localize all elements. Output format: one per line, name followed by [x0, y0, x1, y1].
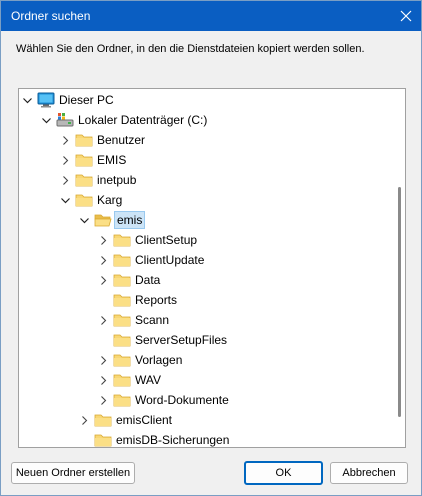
dialog-description: Wählen Sie den Ordner, in den die Dienst…: [16, 43, 365, 55]
folder-tree[interactable]: Dieser PC Lokaler Datenträger (C:) Benutze…: [18, 88, 406, 448]
tree-item[interactable]: EMIS: [19, 150, 405, 170]
folder-icon: [113, 392, 131, 408]
tree-item[interactable]: Benutzer: [19, 130, 405, 150]
tree-item-label: emisClient: [116, 413, 173, 427]
ok-button[interactable]: OK: [244, 461, 323, 485]
new-folder-button[interactable]: Neuen Ordner erstellen: [11, 462, 135, 484]
tree-item-label: emis: [114, 211, 146, 229]
tree-item-label: Word-Dokumente: [135, 393, 229, 407]
tree-item[interactable]: Vorlagen: [19, 350, 405, 370]
tree-item[interactable]: Lokaler Datenträger (C:): [19, 110, 405, 130]
tree-item-label: inetpub: [97, 173, 137, 187]
tree-item-label: Dieser PC: [59, 93, 114, 107]
tree-item-label: WAV: [135, 373, 161, 387]
chevron-right-icon[interactable]: [97, 274, 109, 286]
folder-icon: [113, 292, 131, 308]
tree-item[interactable]: ServerSetupFiles: [19, 330, 405, 350]
folder-icon: [113, 272, 131, 288]
chevron-right-icon[interactable]: [59, 154, 71, 166]
folder-icon: [113, 252, 131, 268]
tree-item-label: Data: [135, 273, 161, 287]
scrollbar-thumb[interactable]: [398, 187, 401, 417]
folder-icon: [113, 352, 131, 368]
close-button[interactable]: [391, 1, 421, 31]
vertical-scrollbar[interactable]: [393, 89, 405, 447]
tree-item[interactable]: WAV: [19, 370, 405, 390]
tree-item-label: ClientSetup: [135, 233, 198, 247]
chevron-down-icon[interactable]: [59, 194, 71, 206]
tree-item[interactable]: Data: [19, 270, 405, 290]
tree-item-label: Reports: [135, 293, 178, 307]
tree-item-label: EMIS: [97, 153, 127, 167]
folder-icon: [94, 412, 112, 428]
folder-icon: [75, 132, 93, 148]
tree-item-label: Karg: [97, 193, 123, 207]
window-title: Ordner suchen: [11, 9, 91, 23]
chevron-right-icon[interactable]: [97, 394, 109, 406]
tree-item-label: Benutzer: [97, 133, 146, 147]
tree-item-label: Vorlagen: [135, 353, 183, 367]
chevron-right-icon[interactable]: [59, 174, 71, 186]
tree-item[interactable]: emis: [19, 210, 405, 230]
tree-item-label: emisDB-Sicherungen: [116, 433, 230, 447]
tree-item-label: Scann: [135, 313, 170, 327]
chevron-right-icon[interactable]: [97, 354, 109, 366]
tree-item[interactable]: ClientSetup: [19, 230, 405, 250]
tree-item[interactable]: inetpub: [19, 170, 405, 190]
chevron-right-icon[interactable]: [97, 374, 109, 386]
tree-item[interactable]: Scann: [19, 310, 405, 330]
folder-open-icon: [94, 212, 112, 228]
title-bar[interactable]: Ordner suchen: [1, 1, 421, 31]
tree-item[interactable]: Word-Dokumente: [19, 390, 405, 410]
chevron-right-icon[interactable]: [59, 134, 71, 146]
tree-item[interactable]: Dieser PC: [19, 90, 405, 110]
folder-icon: [94, 432, 112, 447]
cancel-button[interactable]: Abbrechen: [330, 462, 408, 484]
tree-item[interactable]: emisDB-Sicherungen: [19, 430, 405, 447]
folder-icon: [113, 312, 131, 328]
close-icon: [400, 10, 412, 22]
computer-icon: [37, 92, 55, 108]
tree-item[interactable]: Karg: [19, 190, 405, 210]
chevron-right-icon[interactable]: [78, 414, 90, 426]
folder-icon: [113, 332, 131, 348]
chevron-right-icon[interactable]: [97, 234, 109, 246]
tree-item-label: ClientUpdate: [135, 253, 205, 267]
chevron-right-icon[interactable]: [97, 314, 109, 326]
tree-item-label: Lokaler Datenträger (C:): [78, 113, 208, 127]
folder-icon: [75, 192, 93, 208]
tree-item[interactable]: Reports: [19, 290, 405, 310]
folder-browser-dialog: Ordner suchen Wählen Sie den Ordner, in …: [0, 0, 422, 496]
tree-item[interactable]: emisClient: [19, 410, 405, 430]
folder-icon: [75, 152, 93, 168]
chevron-down-icon[interactable]: [21, 94, 33, 106]
folder-icon: [113, 232, 131, 248]
dialog-content: Wählen Sie den Ordner, in den die Dienst…: [1, 31, 421, 495]
chevron-down-icon[interactable]: [78, 214, 90, 226]
tree-item[interactable]: ClientUpdate: [19, 250, 405, 270]
tree-item-label: ServerSetupFiles: [135, 333, 228, 347]
drive-icon: [56, 112, 74, 128]
chevron-down-icon[interactable]: [40, 114, 52, 126]
folder-icon: [113, 372, 131, 388]
chevron-right-icon[interactable]: [97, 254, 109, 266]
folder-icon: [75, 172, 93, 188]
